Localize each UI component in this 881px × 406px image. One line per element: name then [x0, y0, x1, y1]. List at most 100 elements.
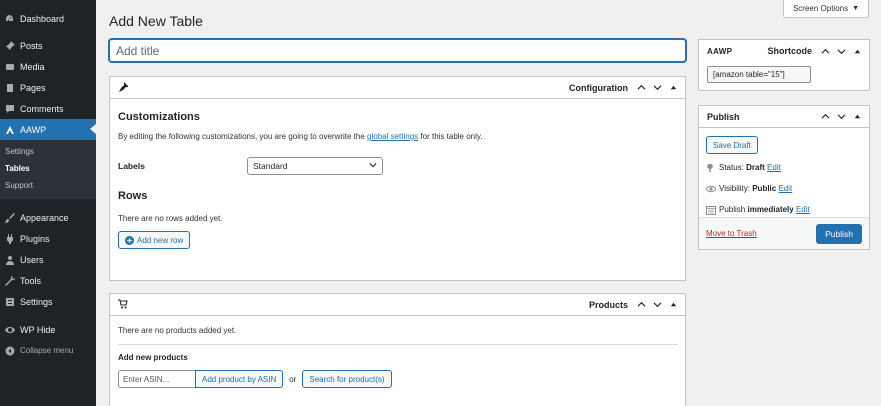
- add-new-row-label: Add new row: [137, 235, 184, 245]
- move-up-icon[interactable]: [820, 111, 831, 122]
- media-icon: [4, 61, 15, 72]
- status-label: Status:: [719, 163, 744, 172]
- products-title: Products: [588, 299, 628, 310]
- dashboard-icon: [4, 13, 15, 24]
- wrench-icon: [4, 275, 15, 286]
- submenu-item-tables[interactable]: Tables: [0, 160, 96, 177]
- cart-icon: [118, 299, 129, 310]
- pages-icon: [4, 82, 15, 93]
- page-title: Add New Table: [109, 13, 203, 29]
- move-up-icon[interactable]: [636, 299, 647, 310]
- status-value: Draft: [746, 163, 765, 172]
- labels-select[interactable]: Standard: [247, 157, 383, 175]
- menu-item-plugins[interactable]: Plugins: [0, 228, 96, 249]
- intro-text-end: for this table only.: [418, 132, 483, 141]
- comment-icon: [4, 103, 15, 114]
- admin-sidebar: Dashboard Posts Media Pages Comments AAW…: [0, 0, 96, 406]
- publish-title: Publish: [707, 111, 740, 122]
- eye-icon: [4, 324, 15, 335]
- publish-header: Publish: [699, 106, 869, 128]
- collapse-menu-button[interactable]: Collapse menu: [0, 340, 96, 361]
- title-input[interactable]: [109, 39, 686, 62]
- aawp-brand: AAWP: [707, 46, 733, 56]
- caret-down-icon: ▼: [852, 5, 860, 12]
- visibility-value: Public: [752, 184, 777, 193]
- menu-item-label: Appearance: [20, 212, 69, 223]
- configuration-header: Configuration: [110, 77, 685, 99]
- intro-text: By editing the following customizations,…: [118, 132, 368, 141]
- toggle-panel-icon[interactable]: [852, 46, 863, 57]
- menu-item-media[interactable]: Media: [0, 56, 96, 77]
- toggle-panel-icon[interactable]: [668, 82, 679, 93]
- asin-input[interactable]: [118, 370, 196, 388]
- menu-item-appearance[interactable]: Appearance: [0, 207, 96, 228]
- move-to-trash-link[interactable]: Move to Trash: [706, 229, 757, 238]
- move-down-icon[interactable]: [836, 46, 847, 57]
- pin-icon: [4, 40, 15, 51]
- save-draft-button[interactable]: Save Draft: [706, 136, 758, 154]
- menu-item-label: Collapse menu: [20, 346, 74, 355]
- toggle-panel-icon[interactable]: [668, 299, 679, 310]
- edit-status-link[interactable]: Edit: [767, 163, 781, 172]
- add-new-row-button[interactable]: Add new row: [118, 231, 191, 249]
- add-product-by-asin-button[interactable]: Add product by ASIN: [195, 370, 284, 388]
- menu-item-label: Media: [20, 61, 45, 72]
- calendar-icon: [706, 205, 719, 215]
- visibility-row: Visibility: Public Edit: [706, 181, 862, 196]
- configuration-box: Configuration Customizations By editing …: [109, 76, 686, 281]
- publish-date-row: Publish immediately Edit: [706, 202, 862, 217]
- menu-item-label: Dashboard: [20, 13, 65, 24]
- menu-item-aawp[interactable]: AAWP: [0, 119, 96, 140]
- plugin-icon: [4, 233, 15, 244]
- eye-icon: [706, 184, 719, 194]
- configuration-title: Configuration: [569, 82, 628, 93]
- menu-item-tools[interactable]: Tools: [0, 270, 96, 291]
- collapse-icon: [4, 345, 15, 356]
- products-empty-text: There are no products added yet.: [118, 326, 237, 335]
- labels-label: Labels: [118, 161, 145, 171]
- screen-options-label: Screen Options: [792, 4, 849, 13]
- shortcode-header: AAWP Shortcode: [699, 40, 869, 62]
- status-row: Status: Draft Edit: [706, 160, 862, 175]
- visibility-label: Visibility:: [719, 184, 750, 193]
- screen-options-button[interactable]: Screen Options ▼: [783, 0, 869, 18]
- menu-item-pages[interactable]: Pages: [0, 77, 96, 98]
- menu-item-label: WP Hide: [20, 324, 56, 335]
- menu-item-label: Plugins: [20, 233, 50, 244]
- global-settings-link[interactable]: global settings: [367, 132, 418, 141]
- toggle-panel-icon[interactable]: [852, 111, 863, 122]
- move-up-icon[interactable]: [636, 82, 647, 93]
- submenu-item-settings[interactable]: Settings: [0, 143, 96, 160]
- menu-item-comments[interactable]: Comments: [0, 98, 96, 119]
- menu-item-label: Posts: [20, 40, 43, 51]
- aawp-submenu: Settings Tables Support: [0, 140, 96, 199]
- move-down-icon[interactable]: [652, 82, 663, 93]
- brush-icon: [4, 212, 15, 223]
- submenu-item-support[interactable]: Support: [0, 177, 96, 194]
- menu-item-wp-hide[interactable]: WP Hide: [0, 319, 96, 340]
- menu-item-label: Comments: [20, 103, 64, 114]
- edit-publish-date-link[interactable]: Edit: [796, 205, 810, 214]
- publish-date-value: immediately: [747, 205, 794, 214]
- publish-button[interactable]: Publish: [816, 223, 862, 244]
- shortcode-field[interactable]: [amazon table="15"]: [707, 66, 811, 83]
- or-text: or: [289, 374, 297, 384]
- menu-item-users[interactable]: Users: [0, 249, 96, 270]
- menu-item-posts[interactable]: Posts: [0, 35, 96, 56]
- menu-item-settings[interactable]: Settings: [0, 291, 96, 312]
- edit-visibility-link[interactable]: Edit: [778, 184, 792, 193]
- users-icon: [4, 254, 15, 265]
- pin-icon: [706, 163, 719, 172]
- shortcode-box: AAWP Shortcode [amazon table="15"]: [698, 39, 870, 91]
- chevron-down-icon: [369, 161, 377, 171]
- menu-item-dashboard[interactable]: Dashboard: [0, 8, 96, 29]
- search-products-button[interactable]: Search for product(s): [302, 370, 392, 388]
- publish-date-label: Publish: [719, 205, 746, 214]
- move-up-icon[interactable]: [820, 46, 831, 57]
- move-down-icon[interactable]: [836, 111, 847, 122]
- menu-item-label: Pages: [20, 82, 46, 93]
- add-new-products-title: Add new products: [118, 353, 188, 362]
- menu-item-label: Users: [20, 254, 44, 265]
- move-down-icon[interactable]: [652, 299, 663, 310]
- shortcode-title: Shortcode: [767, 46, 812, 56]
